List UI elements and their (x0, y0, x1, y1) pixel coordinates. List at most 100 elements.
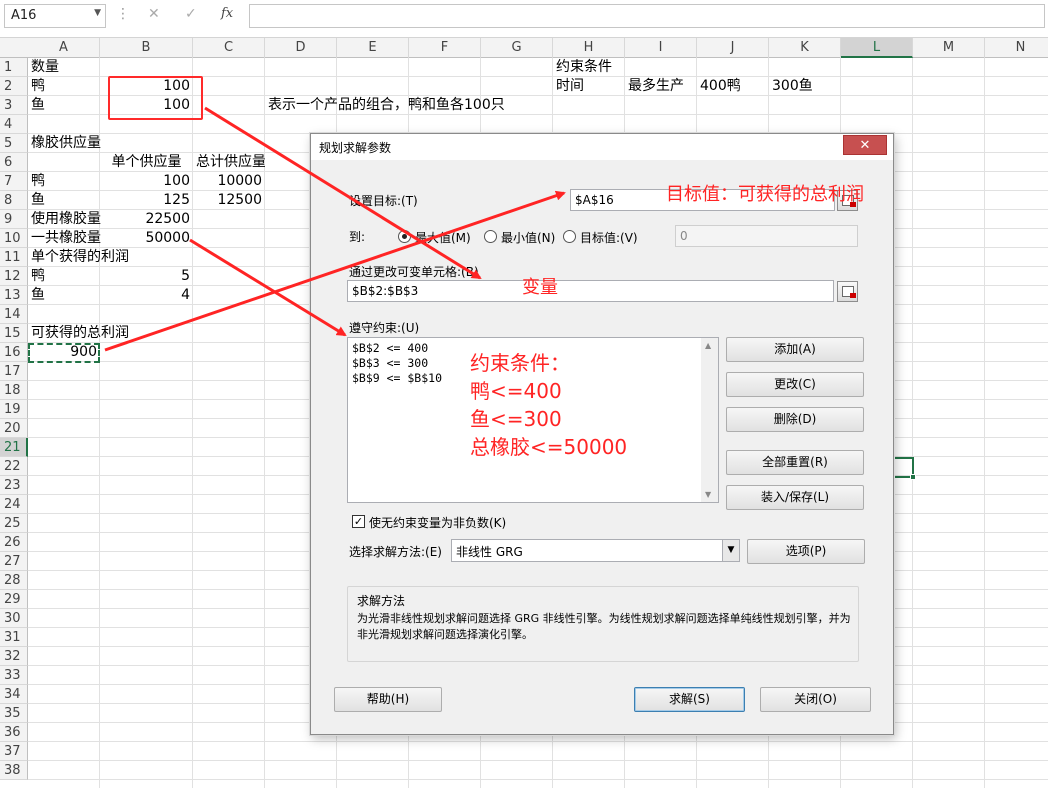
row-header-5[interactable]: 5 (0, 134, 28, 153)
cell-b8[interactable]: 125 (100, 191, 193, 210)
row-header-1[interactable]: 1 (0, 58, 28, 77)
radio-max-label[interactable]: 最大值(M) (415, 229, 471, 246)
row-header-9[interactable]: 9 (0, 210, 28, 229)
column-header-m[interactable]: M (913, 38, 985, 58)
cell-b12[interactable]: 5 (100, 267, 193, 286)
column-header-e[interactable]: E (337, 38, 409, 58)
row-header-3[interactable]: 3 (0, 96, 28, 115)
column-header-a[interactable]: A (28, 38, 100, 58)
scroll-up-icon[interactable]: ▲ (705, 341, 711, 350)
row-header-11[interactable]: 11 (0, 248, 28, 267)
row-header-25[interactable]: 25 (0, 514, 28, 533)
row-header-30[interactable]: 30 (0, 609, 28, 628)
radio-target-value-label[interactable]: 目标值:(V) (580, 229, 638, 246)
radio-target-value[interactable] (563, 230, 576, 243)
column-header-c[interactable]: C (193, 38, 265, 58)
column-header-b[interactable]: B (100, 38, 193, 58)
row-header-21[interactable]: 21 (0, 438, 28, 457)
row-header-36[interactable]: 36 (0, 723, 28, 742)
row-header-38[interactable]: 38 (0, 761, 28, 780)
cell-a8[interactable]: 鱼 (28, 191, 48, 210)
row-header-27[interactable]: 27 (0, 552, 28, 571)
cell-a13[interactable]: 鱼 (28, 286, 48, 305)
cell-c7[interactable]: 10000 (193, 172, 265, 191)
column-header-i[interactable]: I (625, 38, 697, 58)
column-header-n[interactable]: N (985, 38, 1048, 58)
chevron-down-icon[interactable]: ▼ (94, 8, 101, 18)
cell-b6[interactable]: 单个供应量 (100, 153, 193, 172)
row-header-7[interactable]: 7 (0, 172, 28, 191)
row-header-12[interactable]: 12 (0, 267, 28, 286)
row-header-17[interactable]: 17 (0, 362, 28, 381)
cancel-icon[interactable]: ✕ (148, 6, 160, 22)
changing-cells-range-picker-button[interactable] (837, 281, 858, 302)
row-header-32[interactable]: 32 (0, 647, 28, 666)
column-header-l[interactable]: L (841, 38, 913, 58)
dialog-titlebar[interactable]: 规划求解参数 ✕ (311, 134, 893, 160)
row-header-20[interactable]: 20 (0, 419, 28, 438)
delete-constraint-button[interactable]: 删除(D) (726, 407, 864, 432)
options-button[interactable]: 选项(P) (747, 539, 865, 564)
cell-a10[interactable]: 一共橡胶量 (28, 229, 104, 248)
row-header-6[interactable]: 6 (0, 153, 28, 172)
column-header-g[interactable]: G (481, 38, 553, 58)
name-box[interactable]: A16 ▼ (4, 4, 106, 28)
cell-b9[interactable]: 22500 (100, 210, 193, 229)
cell-a12[interactable]: 鸭 (28, 267, 48, 286)
radio-min[interactable] (484, 230, 497, 243)
column-header-k[interactable]: K (769, 38, 841, 58)
row-header-26[interactable]: 26 (0, 533, 28, 552)
cell-a9[interactable]: 使用橡胶量 (28, 210, 104, 229)
column-header-d[interactable]: D (265, 38, 337, 58)
cell-b13[interactable]: 4 (100, 286, 193, 305)
check-icon[interactable]: ✓ (185, 6, 197, 22)
scroll-down-icon[interactable]: ▼ (705, 490, 711, 499)
column-header-j[interactable]: J (697, 38, 769, 58)
row-header-31[interactable]: 31 (0, 628, 28, 647)
target-value-input[interactable]: 0 (675, 225, 858, 247)
row-header-10[interactable]: 10 (0, 229, 28, 248)
close-icon[interactable]: ✕ (843, 135, 887, 155)
row-header-16[interactable]: 16 (0, 343, 28, 362)
load-save-button[interactable]: 装入/保存(L) (726, 485, 864, 510)
row-header-19[interactable]: 19 (0, 400, 28, 419)
row-header-24[interactable]: 24 (0, 495, 28, 514)
fx-icon[interactable]: fx (221, 6, 233, 21)
column-header-h[interactable]: H (553, 38, 625, 58)
changing-cells-input[interactable]: $B$2:$B$3 (347, 280, 834, 302)
column-header-f[interactable]: F (409, 38, 481, 58)
radio-max[interactable] (398, 230, 411, 243)
row-header-14[interactable]: 14 (0, 305, 28, 324)
cell-a7[interactable]: 鸭 (28, 172, 48, 191)
nonnegative-checkbox[interactable]: ✓ (352, 515, 365, 528)
constraints-scrollbar[interactable]: ▲ ▼ (701, 338, 718, 502)
cell-i2[interactable]: 最多生产 (625, 77, 687, 96)
radio-min-label[interactable]: 最小值(N) (501, 229, 555, 246)
cell-a3[interactable]: 鱼 (28, 96, 48, 115)
change-constraint-button[interactable]: 更改(C) (726, 372, 864, 397)
cell-b7[interactable]: 100 (100, 172, 193, 191)
cell-d3[interactable]: 表示一个产品的组合，鸭和鱼各100只 (265, 96, 508, 115)
cell-a2[interactable]: 鸭 (28, 77, 48, 96)
cell-c6[interactable]: 总计供应量 (193, 153, 265, 172)
formula-input[interactable] (249, 4, 1045, 28)
close-button[interactable]: 关闭(O) (760, 687, 871, 712)
cell-k2[interactable]: 300鱼 (769, 77, 816, 96)
row-header-34[interactable]: 34 (0, 685, 28, 704)
cell-a1[interactable]: 数量 (28, 58, 62, 77)
row-header-29[interactable]: 29 (0, 590, 28, 609)
row-header-13[interactable]: 13 (0, 286, 28, 305)
row-header-23[interactable]: 23 (0, 476, 28, 495)
cell-j2[interactable]: 400鸭 (697, 77, 744, 96)
row-header-15[interactable]: 15 (0, 324, 28, 343)
solve-button[interactable]: 求解(S) (634, 687, 745, 712)
row-header-18[interactable]: 18 (0, 381, 28, 400)
cell-b10[interactable]: 50000 (100, 229, 193, 248)
help-button[interactable]: 帮助(H) (334, 687, 442, 712)
cell-h1[interactable]: 约束条件 (553, 58, 615, 77)
add-constraint-button[interactable]: 添加(A) (726, 337, 864, 362)
reset-all-button[interactable]: 全部重置(R) (726, 450, 864, 475)
nonnegative-label[interactable]: 使无约束变量为非负数(K) (369, 514, 506, 531)
cell-a5[interactable]: 橡胶供应量 (28, 134, 104, 153)
cell-h2[interactable]: 时间 (553, 77, 587, 96)
